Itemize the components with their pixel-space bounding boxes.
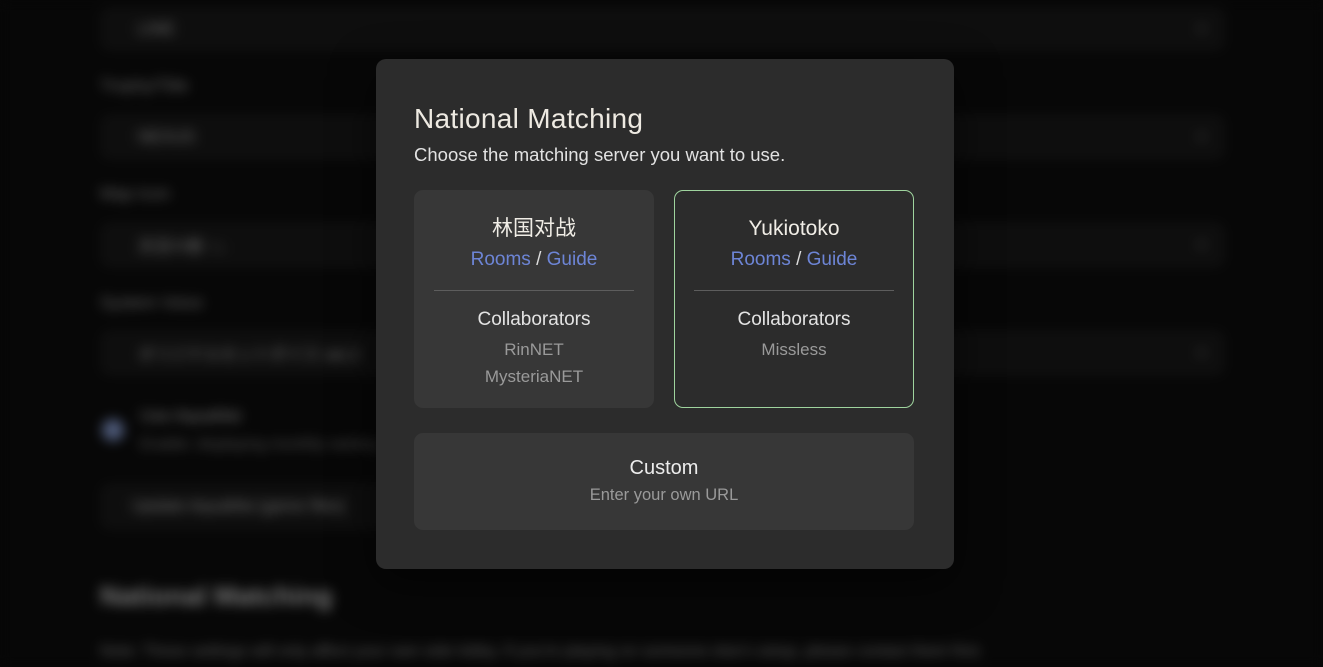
server-name: 林国对战 [414, 216, 654, 242]
collaborators-label: Collaborators [414, 307, 654, 333]
app-window: LINE ▾ Trophy/Title NEXUS ▾ Map Icon 天羽々… [0, 0, 1323, 667]
guide-link[interactable]: Guide [547, 249, 598, 270]
custom-card-subtitle: Enter your own URL [414, 483, 914, 508]
national-matching-dialog: National Matching Choose the matching se… [376, 59, 954, 569]
server-card-linguo[interactable]: 林国对战 Rooms / Guide Collaborators RinNET … [414, 190, 654, 408]
server-card-yukiotoko[interactable]: Yukiotoko Rooms / Guide Collaborators Mi… [674, 190, 914, 408]
server-links: Rooms / Guide [675, 247, 913, 273]
dialog-subtitle: Choose the matching server you want to u… [414, 144, 916, 166]
custom-server-card[interactable]: Custom Enter your own URL [414, 433, 914, 530]
custom-card-title: Custom [414, 454, 914, 482]
server-options-row: 林国对战 Rooms / Guide Collaborators RinNET … [414, 190, 916, 408]
rooms-link[interactable]: Rooms [471, 249, 531, 270]
server-name: Yukiotoko [675, 216, 913, 242]
rooms-link[interactable]: Rooms [731, 249, 791, 270]
link-separator: / [536, 249, 541, 270]
card-divider [434, 290, 634, 291]
dialog-title: National Matching [414, 103, 916, 135]
collaborator-name: MysteriaNET [414, 363, 654, 390]
guide-link[interactable]: Guide [807, 249, 858, 270]
collaborator-name: RinNET [414, 336, 654, 363]
link-separator: / [796, 249, 801, 270]
collaborators-label: Collaborators [675, 307, 913, 333]
collaborator-name: Missless [675, 336, 913, 363]
server-links: Rooms / Guide [414, 247, 654, 273]
card-divider [694, 290, 894, 291]
